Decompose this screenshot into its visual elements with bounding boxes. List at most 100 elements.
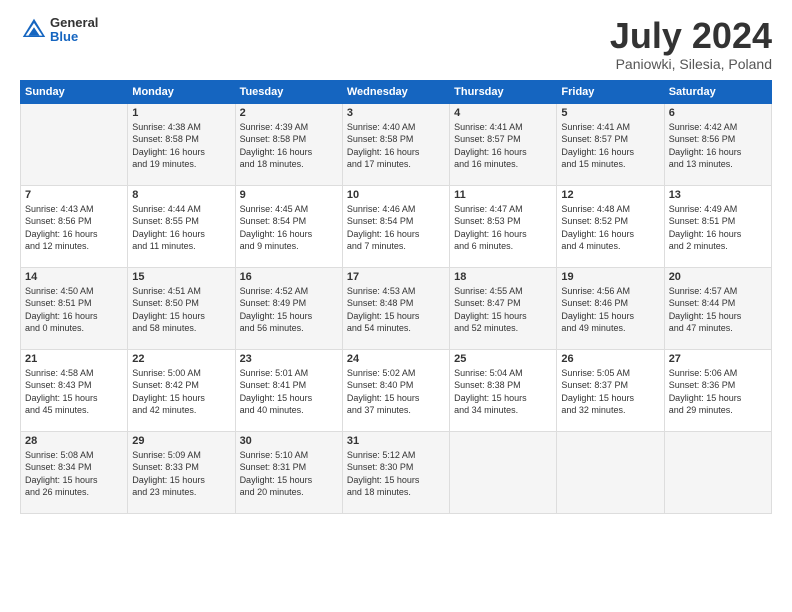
day-cell: 17 Sunrise: 4:53 AM Sunset: 8:48 PM Dayli… <box>342 267 449 349</box>
day-cell: 5Sunrise: 4:41 AM Sunset: 8:57 PM Daylig… <box>557 103 664 185</box>
day-number: 17 <box>347 271 445 283</box>
day-number: 9 <box>240 189 338 201</box>
header: General Blue July 2024 Paniowki, Silesia… <box>20 16 772 72</box>
logo: General Blue <box>20 16 98 45</box>
day-info: Sunrise: 4:40 AM Sunset: 8:58 PM Dayligh… <box>347 121 445 171</box>
day-number: 20 <box>669 271 767 283</box>
day-info: Sunrise: 5:10 AM Sunset: 8:31 PM Dayligh… <box>240 449 338 499</box>
day-info: Sunrise: 5:05 AM Sunset: 8:37 PM Dayligh… <box>561 367 659 417</box>
day-info: Sunrise: 5:09 AM Sunset: 8:33 PM Dayligh… <box>132 449 230 499</box>
day-number: 8 <box>132 189 230 201</box>
logo-general-text: General <box>50 16 98 30</box>
col-monday: Monday <box>128 80 235 103</box>
logo-blue-text: Blue <box>50 30 98 44</box>
day-number: 22 <box>132 353 230 365</box>
day-cell: 28 Sunrise: 5:08 AM Sunset: 8:34 PM Dayli… <box>21 431 128 513</box>
day-number: 27 <box>669 353 767 365</box>
week-row-2: 7 Sunrise: 4:43 AM Sunset: 8:56 PM Daylig… <box>21 185 772 267</box>
col-tuesday: Tuesday <box>235 80 342 103</box>
day-cell <box>557 431 664 513</box>
day-cell: 24Sunrise: 5:02 AM Sunset: 8:40 PM Dayli… <box>342 349 449 431</box>
day-cell: 3Sunrise: 4:40 AM Sunset: 8:58 PM Daylig… <box>342 103 449 185</box>
day-number: 18 <box>454 271 552 283</box>
calendar-title: July 2024 <box>610 16 772 56</box>
day-number: 29 <box>132 435 230 447</box>
day-info: Sunrise: 4:46 AM Sunset: 8:54 PM Dayligh… <box>347 203 445 253</box>
day-cell: 22Sunrise: 5:00 AM Sunset: 8:42 PM Dayli… <box>128 349 235 431</box>
day-cell: 7 Sunrise: 4:43 AM Sunset: 8:56 PM Daylig… <box>21 185 128 267</box>
day-info: Sunrise: 4:39 AM Sunset: 8:58 PM Dayligh… <box>240 121 338 171</box>
day-cell: 19Sunrise: 4:56 AM Sunset: 8:46 PM Dayli… <box>557 267 664 349</box>
day-cell: 14Sunrise: 4:50 AM Sunset: 8:51 PM Dayli… <box>21 267 128 349</box>
day-info: Sunrise: 4:52 AM Sunset: 8:49 PM Dayligh… <box>240 285 338 335</box>
day-info: Sunrise: 4:53 AM Sunset: 8:48 PM Dayligh… <box>347 285 445 335</box>
day-number: 6 <box>669 107 767 119</box>
day-number: 11 <box>454 189 552 201</box>
day-number: 7 <box>25 189 123 201</box>
day-info: Sunrise: 5:01 AM Sunset: 8:41 PM Dayligh… <box>240 367 338 417</box>
day-info: Sunrise: 4:55 AM Sunset: 8:47 PM Dayligh… <box>454 285 552 335</box>
day-number: 16 <box>240 271 338 283</box>
day-number: 12 <box>561 189 659 201</box>
day-cell: 12 Sunrise: 4:48 AM Sunset: 8:52 PM Dayli… <box>557 185 664 267</box>
day-info: Sunrise: 4:49 AM Sunset: 8:51 PM Dayligh… <box>669 203 767 253</box>
day-cell: 9 Sunrise: 4:45 AM Sunset: 8:54 PM Daylig… <box>235 185 342 267</box>
day-cell: 29 Sunrise: 5:09 AM Sunset: 8:33 PM Dayli… <box>128 431 235 513</box>
day-cell: 25 Sunrise: 5:04 AM Sunset: 8:38 PM Dayli… <box>450 349 557 431</box>
day-number: 24 <box>347 353 445 365</box>
day-cell: 11 Sunrise: 4:47 AM Sunset: 8:53 PM Dayli… <box>450 185 557 267</box>
col-wednesday: Wednesday <box>342 80 449 103</box>
day-cell: 30 Sunrise: 5:10 AM Sunset: 8:31 PM Dayli… <box>235 431 342 513</box>
day-cell: 31Sunrise: 5:12 AM Sunset: 8:30 PM Dayli… <box>342 431 449 513</box>
day-number: 10 <box>347 189 445 201</box>
day-info: Sunrise: 5:12 AM Sunset: 8:30 PM Dayligh… <box>347 449 445 499</box>
col-sunday: Sunday <box>21 80 128 103</box>
day-cell: 21 Sunrise: 4:58 AM Sunset: 8:43 PM Dayli… <box>21 349 128 431</box>
col-friday: Friday <box>557 80 664 103</box>
day-info: Sunrise: 4:58 AM Sunset: 8:43 PM Dayligh… <box>25 367 123 417</box>
header-row: Sunday Monday Tuesday Wednesday Thursday… <box>21 80 772 103</box>
day-cell <box>21 103 128 185</box>
day-number: 30 <box>240 435 338 447</box>
day-number: 13 <box>669 189 767 201</box>
day-info: Sunrise: 4:43 AM Sunset: 8:56 PM Dayligh… <box>25 203 123 253</box>
day-cell: 6 Sunrise: 4:42 AM Sunset: 8:56 PM Daylig… <box>664 103 771 185</box>
day-number: 28 <box>25 435 123 447</box>
day-number: 4 <box>454 107 552 119</box>
day-cell <box>664 431 771 513</box>
day-cell: 15Sunrise: 4:51 AM Sunset: 8:50 PM Dayli… <box>128 267 235 349</box>
day-info: Sunrise: 4:57 AM Sunset: 8:44 PM Dayligh… <box>669 285 767 335</box>
day-number: 1 <box>132 107 230 119</box>
col-thursday: Thursday <box>450 80 557 103</box>
day-number: 23 <box>240 353 338 365</box>
day-info: Sunrise: 4:56 AM Sunset: 8:46 PM Dayligh… <box>561 285 659 335</box>
day-info: Sunrise: 4:44 AM Sunset: 8:55 PM Dayligh… <box>132 203 230 253</box>
day-info: Sunrise: 5:08 AM Sunset: 8:34 PM Dayligh… <box>25 449 123 499</box>
week-row-4: 21 Sunrise: 4:58 AM Sunset: 8:43 PM Dayli… <box>21 349 772 431</box>
day-info: Sunrise: 4:42 AM Sunset: 8:56 PM Dayligh… <box>669 121 767 171</box>
day-number: 26 <box>561 353 659 365</box>
logo-icon <box>20 16 48 44</box>
calendar-subtitle: Paniowki, Silesia, Poland <box>610 56 772 72</box>
day-cell: 10 Sunrise: 4:46 AM Sunset: 8:54 PM Dayli… <box>342 185 449 267</box>
day-cell: 18 Sunrise: 4:55 AM Sunset: 8:47 PM Dayli… <box>450 267 557 349</box>
day-cell: 26 Sunrise: 5:05 AM Sunset: 8:37 PM Dayli… <box>557 349 664 431</box>
day-number: 5 <box>561 107 659 119</box>
day-info: Sunrise: 5:04 AM Sunset: 8:38 PM Dayligh… <box>454 367 552 417</box>
day-number: 21 <box>25 353 123 365</box>
day-cell: 23 Sunrise: 5:01 AM Sunset: 8:41 PM Dayli… <box>235 349 342 431</box>
col-saturday: Saturday <box>664 80 771 103</box>
day-info: Sunrise: 5:06 AM Sunset: 8:36 PM Dayligh… <box>669 367 767 417</box>
day-info: Sunrise: 4:48 AM Sunset: 8:52 PM Dayligh… <box>561 203 659 253</box>
day-cell: 20 Sunrise: 4:57 AM Sunset: 8:44 PM Dayli… <box>664 267 771 349</box>
day-number: 25 <box>454 353 552 365</box>
day-cell: 13 Sunrise: 4:49 AM Sunset: 8:51 PM Dayli… <box>664 185 771 267</box>
day-cell: 16 Sunrise: 4:52 AM Sunset: 8:49 PM Dayli… <box>235 267 342 349</box>
week-row-5: 28 Sunrise: 5:08 AM Sunset: 8:34 PM Dayli… <box>21 431 772 513</box>
day-info: Sunrise: 4:50 AM Sunset: 8:51 PM Dayligh… <box>25 285 123 335</box>
day-number: 15 <box>132 271 230 283</box>
page: General Blue July 2024 Paniowki, Silesia… <box>0 0 792 612</box>
day-info: Sunrise: 4:47 AM Sunset: 8:53 PM Dayligh… <box>454 203 552 253</box>
calendar-table: Sunday Monday Tuesday Wednesday Thursday… <box>20 80 772 514</box>
day-info: Sunrise: 4:45 AM Sunset: 8:54 PM Dayligh… <box>240 203 338 253</box>
